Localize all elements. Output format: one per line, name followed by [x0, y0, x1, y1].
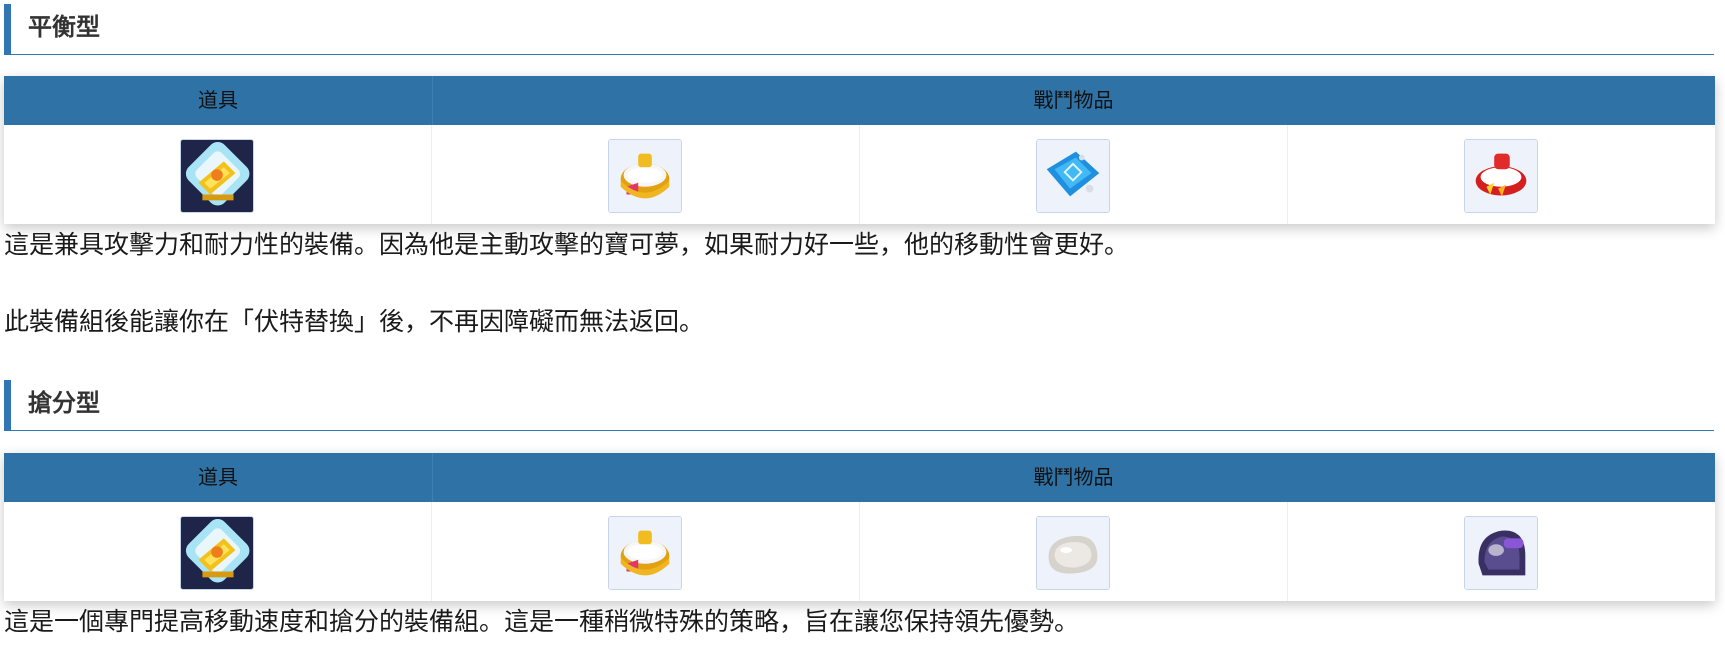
description-paragraph: 此裝備組後能讓你在「伏特替換」後，不再因障礙而無法返回。	[4, 307, 705, 336]
column-header-items: 道具	[4, 453, 433, 502]
table-cell	[4, 502, 432, 601]
x-speed-icon[interactable]	[180, 139, 254, 213]
rocky-helmet-icon[interactable]	[1464, 516, 1538, 590]
muscle-band-icon[interactable]	[608, 139, 682, 213]
column-header-battle-items: 戰鬥物品	[1033, 88, 1114, 112]
table-cell	[860, 125, 1288, 224]
attack-weight-icon[interactable]	[1464, 139, 1538, 213]
heading-accent-bar	[4, 380, 11, 430]
column-header-items: 道具	[4, 76, 433, 125]
table-cell	[860, 502, 1288, 601]
float-stone-icon[interactable]	[1036, 516, 1110, 590]
section-title: 平衡型	[28, 13, 100, 41]
build-table-scoring: 道具 戰鬥物品	[4, 453, 1715, 601]
build-table-balanced: 道具 戰鬥物品	[4, 76, 1715, 224]
table-header: 道具 戰鬥物品	[4, 76, 1715, 125]
table-cell	[1288, 502, 1715, 601]
section-heading-scoring: 搶分型	[4, 380, 1714, 431]
table-cell	[432, 125, 860, 224]
table-cell	[1288, 125, 1715, 224]
heading-accent-bar	[4, 4, 11, 54]
description-paragraph: 這是一個專門提高移動速度和搶分的裝備組。這是一種稍微特殊的策略，旨在讓您保持領先…	[4, 607, 1080, 636]
section-heading-balanced: 平衡型	[4, 4, 1714, 55]
x-speed-icon[interactable]	[180, 516, 254, 590]
focus-band-icon[interactable]	[1036, 139, 1110, 213]
column-header-battle-items: 戰鬥物品	[1033, 465, 1114, 489]
section-title: 搶分型	[28, 389, 100, 417]
table-cell	[4, 125, 432, 224]
table-header: 道具 戰鬥物品	[4, 453, 1715, 502]
description-paragraph: 這是兼具攻擊力和耐力性的裝備。因為他是主動攻擊的寶可夢，如果耐力好一些，他的移動…	[4, 230, 1130, 259]
muscle-band-icon[interactable]	[608, 516, 682, 590]
table-cell	[432, 502, 860, 601]
